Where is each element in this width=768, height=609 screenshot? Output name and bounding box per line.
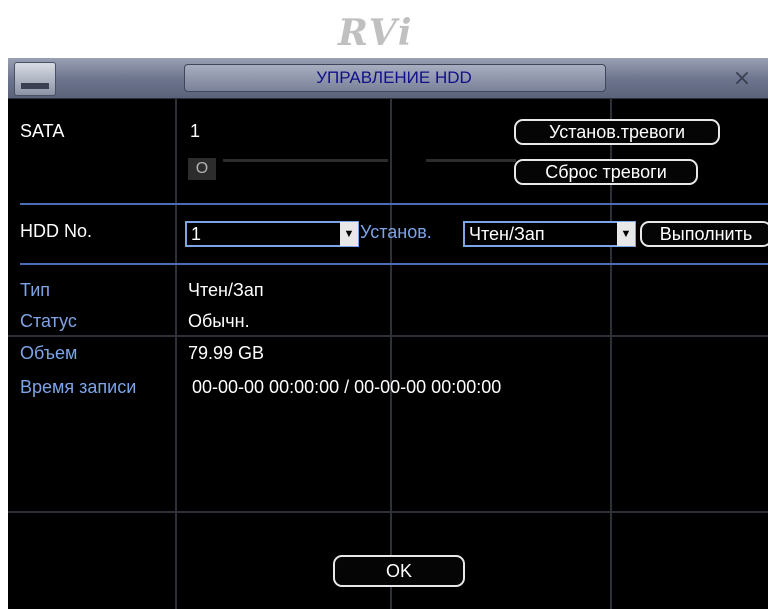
rvi-logo: RVi (338, 12, 414, 54)
type-label: Тип (20, 280, 51, 300)
execute-button[interactable]: Выполнить (640, 221, 768, 247)
hdd-icon (14, 62, 56, 96)
grid-line (8, 335, 768, 337)
close-icon[interactable]: × (730, 68, 754, 92)
type-value: Чтен/Зап (188, 280, 264, 300)
divider (20, 203, 768, 205)
hdd-manage-window: УПРАВЛЕНИЕ HDD × SATA 1 O Установ.тревог… (8, 58, 768, 609)
grid-line (390, 98, 392, 609)
reset-alarm-button[interactable]: Сброс тревоги (514, 159, 698, 185)
triangle-down-icon: ▼ (617, 222, 635, 246)
triangle-down-icon: ▼ (340, 222, 358, 246)
capacity-value: 79.99 GB (188, 343, 265, 363)
sata-number: 1 (190, 121, 201, 141)
set-label: Установ. (360, 222, 432, 242)
grid-line (8, 511, 768, 513)
sata-label: SATA (20, 121, 65, 141)
separator (426, 159, 516, 162)
set-alarm-button[interactable]: Установ.тревоги (514, 119, 720, 145)
hdd-no-value: 1 (191, 224, 202, 244)
hdd-no-label: HDD No. (20, 221, 93, 241)
separator (223, 159, 388, 162)
ok-button[interactable]: OK (333, 555, 465, 587)
capacity-label: Объем (20, 343, 78, 363)
status-value: Обычн. (188, 311, 250, 331)
grid-line (175, 98, 177, 609)
hdd-no-select[interactable]: 1 ▼ (185, 221, 359, 247)
sata-status-indicator: O (188, 158, 216, 180)
status-label: Статус (20, 311, 77, 331)
window-title: УПРАВЛЕНИЕ HDD (316, 68, 472, 87)
divider (20, 263, 768, 265)
rec-time-label: Время записи (20, 377, 137, 397)
set-mode-value: Чтен/Зап (469, 224, 545, 244)
title-bar: УПРАВЛЕНИЕ HDD × (8, 58, 768, 99)
set-mode-select[interactable]: Чтен/Зап ▼ (463, 221, 636, 247)
rec-time-value: 00-00-00 00:00:00 / 00-00-00 00:00:00 (192, 377, 502, 397)
